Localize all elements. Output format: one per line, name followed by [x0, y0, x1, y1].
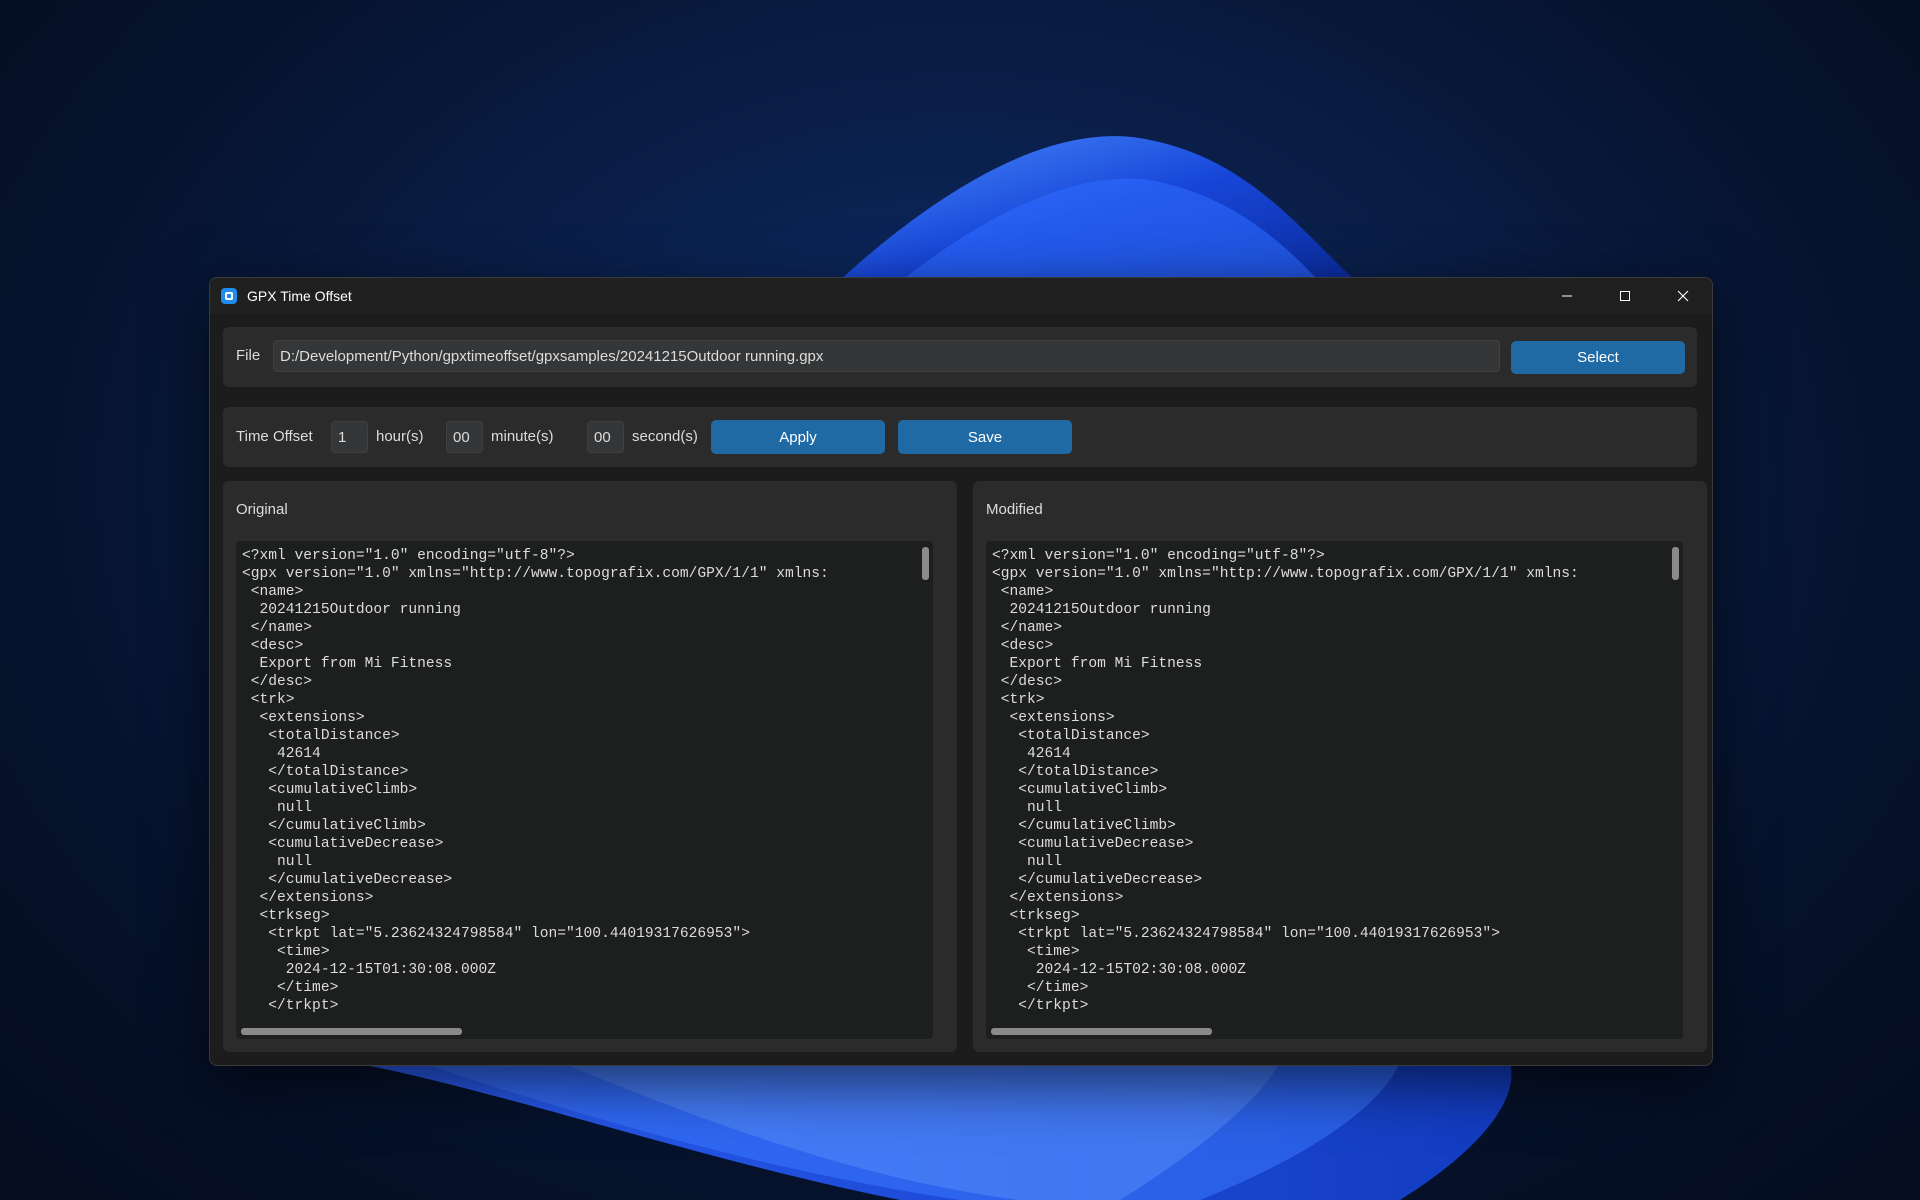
code-line: <time> — [992, 944, 1080, 960]
code-line: </desc> — [242, 674, 313, 690]
code-line: <trk> — [992, 692, 1045, 708]
code-line: </time> — [242, 980, 339, 996]
save-button[interactable]: Save — [898, 420, 1072, 454]
minutes-input[interactable]: 00 — [446, 421, 483, 453]
code-line: <trkseg> — [992, 908, 1080, 924]
title-bar[interactable]: GPX Time Offset — [210, 278, 1712, 314]
original-code[interactable]: <?xml version="1.0" encoding="utf-8"?> <g… — [242, 547, 913, 1015]
code-line: </cumulativeClimb> — [242, 818, 426, 834]
code-line: <name> — [242, 584, 304, 600]
code-line: <cumulativeClimb> — [992, 782, 1168, 798]
code-line: </extensions> — [992, 890, 1124, 906]
code-line: <extensions> — [992, 710, 1115, 726]
minimize-button[interactable] — [1538, 278, 1596, 314]
maximize-icon — [1620, 291, 1630, 301]
code-line: <trkpt lat="5.23624324798584" lon="100.4… — [992, 926, 1500, 942]
minimize-icon — [1562, 295, 1572, 297]
modified-textbox[interactable]: <?xml version="1.0" encoding="utf-8"?> <g… — [986, 541, 1683, 1039]
code-line: </name> — [992, 620, 1063, 636]
file-frame: File D:/Development/Python/gpxtimeoffset… — [223, 327, 1697, 387]
time-offset-label: Time Offset — [236, 428, 313, 445]
code-line: <gpx version="1.0" xmlns="http://www.top… — [242, 566, 829, 582]
maximize-button[interactable] — [1596, 278, 1654, 314]
code-line: 20241215Outdoor running — [992, 602, 1211, 618]
hours-unit-label: hour(s) — [376, 428, 424, 445]
app-icon — [221, 288, 237, 304]
code-line: </totalDistance> — [992, 764, 1159, 780]
app-window: GPX Time Offset File D:/Development/Pyth… — [209, 277, 1713, 1066]
close-button[interactable] — [1654, 278, 1712, 314]
code-line: <extensions> — [242, 710, 365, 726]
select-button[interactable]: Select — [1511, 341, 1685, 374]
code-line: <totalDistance> — [992, 728, 1150, 744]
modified-horizontal-scrollbar[interactable] — [991, 1028, 1212, 1035]
code-line: </cumulativeDecrease> — [992, 872, 1203, 888]
code-line: 20241215Outdoor running — [242, 602, 461, 618]
code-line: <trkseg> — [242, 908, 330, 924]
original-vertical-scrollbar[interactable] — [922, 547, 929, 580]
code-line: <desc> — [992, 638, 1054, 654]
code-line: <name> — [992, 584, 1054, 600]
code-line: null — [992, 854, 1063, 870]
code-line: Export from Mi Fitness — [992, 656, 1203, 672]
code-line: null — [242, 854, 313, 870]
code-line: <trkpt lat="5.23624324798584" lon="100.4… — [242, 926, 750, 942]
original-panel: Original <?xml version="1.0" encoding="u… — [223, 481, 957, 1052]
code-line: 42614 — [992, 746, 1071, 762]
code-line: <totalDistance> — [242, 728, 400, 744]
hours-input[interactable]: 1 — [331, 421, 368, 453]
file-label: File — [236, 347, 261, 364]
code-line: <cumulativeDecrease> — [242, 836, 444, 852]
code-line: <?xml version="1.0" encoding="utf-8"?> — [242, 548, 575, 564]
original-title: Original — [236, 501, 288, 518]
code-line: <cumulativeClimb> — [242, 782, 418, 798]
code-line: <?xml version="1.0" encoding="utf-8"?> — [992, 548, 1325, 564]
code-line: 2024-12-15T01:30:08.000Z — [242, 962, 496, 978]
code-line: </totalDistance> — [242, 764, 409, 780]
code-line: null — [242, 800, 313, 816]
code-line: <trk> — [242, 692, 295, 708]
modified-panel: Modified <?xml version="1.0" encoding="u… — [973, 481, 1707, 1052]
code-line: <time> — [242, 944, 330, 960]
code-line: </trkpt> — [992, 998, 1089, 1014]
code-line: </trkpt> — [242, 998, 339, 1014]
code-line: 2024-12-15T02:30:08.000Z — [992, 962, 1246, 978]
code-line: </extensions> — [242, 890, 374, 906]
modified-vertical-scrollbar[interactable] — [1672, 547, 1679, 580]
code-line: null — [992, 800, 1063, 816]
code-line: <gpx version="1.0" xmlns="http://www.top… — [992, 566, 1579, 582]
code-line: <desc> — [242, 638, 304, 654]
apply-button[interactable]: Apply — [711, 420, 885, 454]
code-line: </desc> — [992, 674, 1063, 690]
time-offset-frame: Time Offset 1 hour(s) 00 minute(s) 00 se… — [223, 407, 1697, 467]
code-line: 42614 — [242, 746, 321, 762]
code-line: </time> — [992, 980, 1089, 996]
code-line: </cumulativeClimb> — [992, 818, 1176, 834]
minutes-unit-label: minute(s) — [491, 428, 554, 445]
original-horizontal-scrollbar[interactable] — [241, 1028, 462, 1035]
code-line: </name> — [242, 620, 313, 636]
file-path-input[interactable]: D:/Development/Python/gpxtimeoffset/gpxs… — [273, 340, 1500, 372]
code-line: </cumulativeDecrease> — [242, 872, 453, 888]
modified-code[interactable]: <?xml version="1.0" encoding="utf-8"?> <g… — [992, 547, 1663, 1015]
close-icon — [1677, 290, 1689, 302]
code-line: <cumulativeDecrease> — [992, 836, 1194, 852]
original-textbox[interactable]: <?xml version="1.0" encoding="utf-8"?> <g… — [236, 541, 933, 1039]
seconds-input[interactable]: 00 — [587, 421, 624, 453]
seconds-unit-label: second(s) — [632, 428, 698, 445]
modified-title: Modified — [986, 501, 1043, 518]
code-line: Export from Mi Fitness — [242, 656, 453, 672]
window-title: GPX Time Offset — [247, 288, 352, 304]
